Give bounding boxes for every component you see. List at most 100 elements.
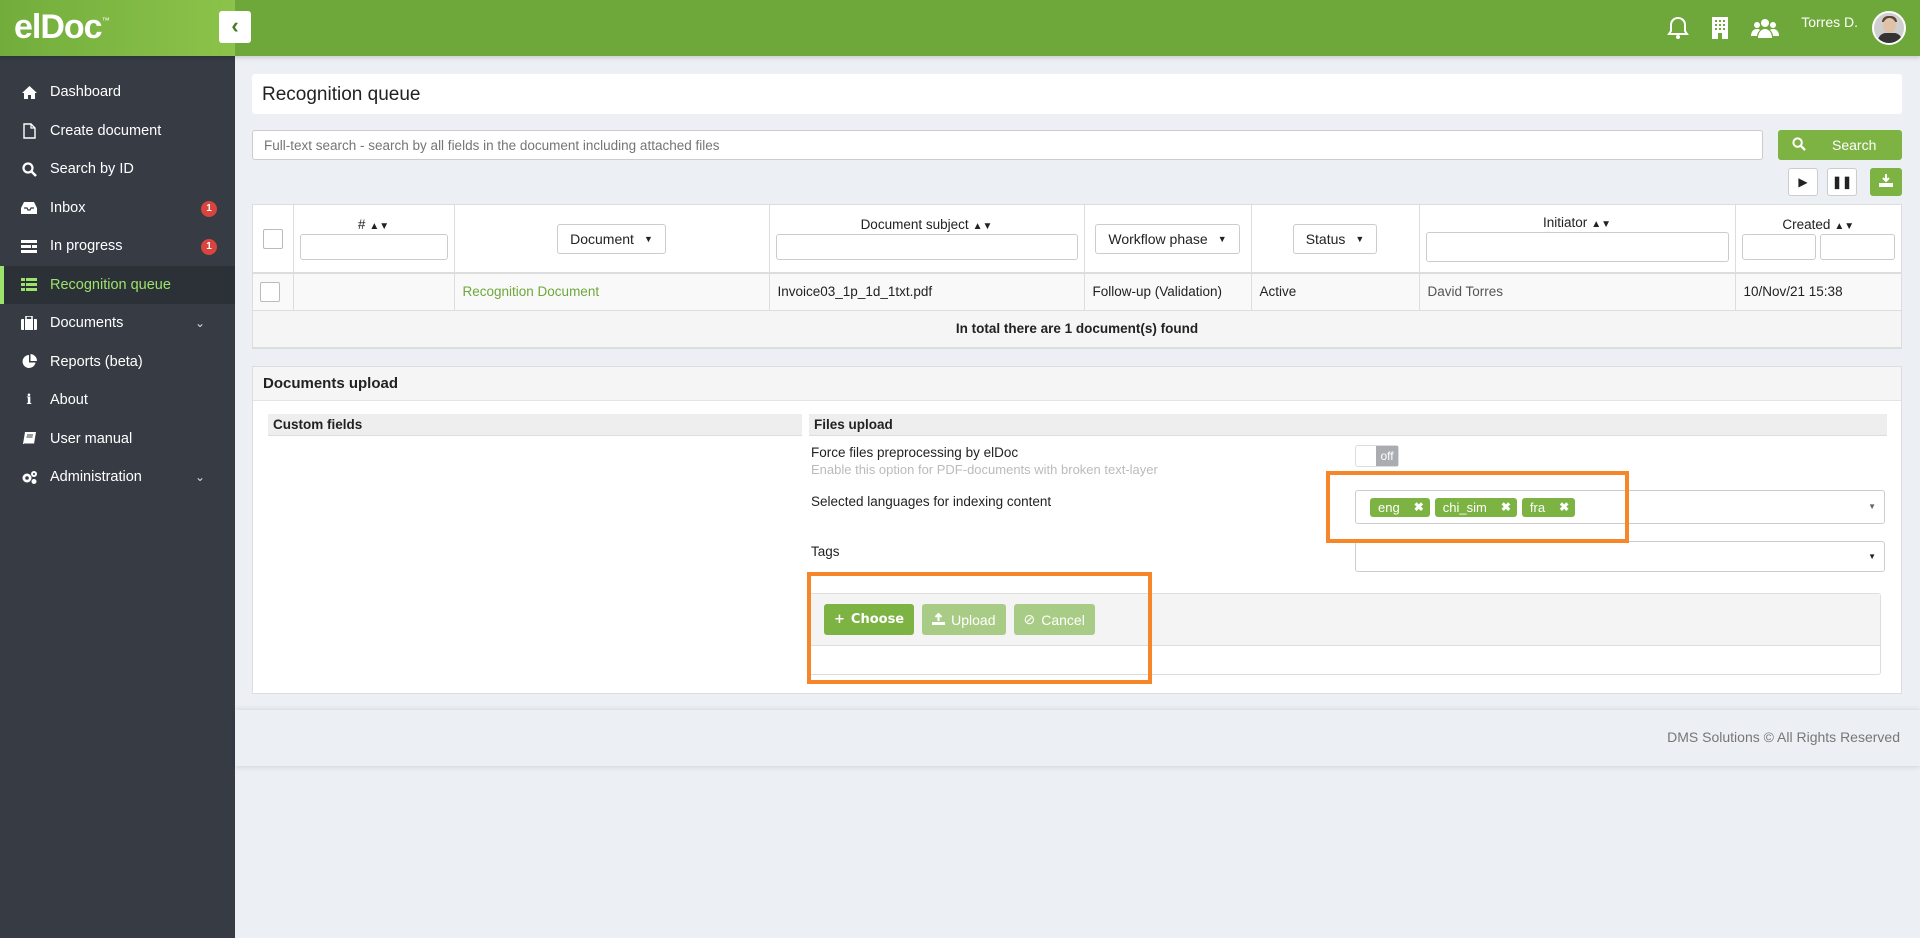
caret-down-icon: ▼	[1868, 502, 1876, 511]
sidebar-item-dashboard[interactable]: Dashboard	[0, 73, 235, 112]
cell-status: Active	[1251, 273, 1420, 311]
filter-created-to-input[interactable]	[1820, 234, 1895, 260]
cogs-icon	[20, 470, 38, 485]
search-icon	[1792, 136, 1806, 154]
sidebar-item-recognition-queue[interactable]: Recognition queue	[0, 265, 235, 304]
logo[interactable]: elDoc™	[14, 8, 110, 47]
sidebar-item-reports[interactable]: Reports (beta)	[0, 343, 235, 382]
languages-multiselect[interactable]: eng ✖ chi_sim ✖ fra ✖ ▼	[1355, 490, 1885, 524]
tasks-icon	[20, 239, 38, 253]
briefcase-icon	[20, 316, 38, 331]
caret-down-icon: ▼	[1355, 233, 1365, 244]
choose-button[interactable]: + Choose	[824, 604, 915, 635]
force-preprocessing-toggle[interactable]: off	[1355, 445, 1399, 467]
info-icon: i	[26, 392, 32, 409]
sort-subject[interactable]: Document subject ▲▼	[776, 217, 1078, 232]
book-icon	[20, 431, 38, 446]
sidebar-item-label: Create document	[50, 122, 162, 139]
sidebar: Dashboard Create document Search by ID I…	[0, 56, 235, 938]
list-icon	[20, 278, 38, 292]
remove-tag-icon[interactable]: ✖	[1414, 500, 1424, 514]
sidebar-collapse-button[interactable]: ‹	[219, 11, 251, 43]
download-button[interactable]	[1870, 168, 1902, 196]
sidebar-item-label: Inbox	[50, 199, 86, 216]
sidebar-item-label: Documents	[50, 315, 124, 332]
filter-initiator-input[interactable]	[1425, 232, 1729, 262]
trademark: ™	[101, 16, 110, 25]
search-button[interactable]: Search	[1778, 130, 1902, 160]
sort-created[interactable]: Created ▲▼	[1742, 217, 1896, 232]
avatar[interactable]	[1872, 11, 1906, 45]
force-preprocessing-label: Force files preprocessing by elDoc	[811, 445, 1019, 460]
play-icon: ▶	[1798, 175, 1808, 189]
building-icon[interactable]	[1711, 16, 1729, 40]
status-filter-dropdown[interactable]: Status ▼	[1292, 223, 1378, 254]
language-tag-fra: fra ✖	[1521, 497, 1576, 517]
plus-icon: +	[834, 612, 845, 627]
caret-down-icon: ▼	[643, 233, 653, 244]
custom-fields-header: Custom fields	[268, 414, 802, 436]
logo-area: elDoc™	[0, 0, 235, 56]
user-name[interactable]: Torres D.	[1801, 14, 1858, 30]
sidebar-item-label: Recognition queue	[50, 276, 171, 293]
sidebar-item-create-document[interactable]: Create document	[0, 112, 235, 151]
full-text-search-input[interactable]	[252, 130, 1763, 160]
sidebar-item-label: Administration	[50, 469, 142, 486]
column-number: # ▲▼	[293, 205, 455, 274]
cell-number	[293, 273, 455, 311]
inbox-count-badge: 1	[201, 200, 217, 217]
filter-number-input[interactable]	[299, 234, 448, 260]
sidebar-item-administration[interactable]: Administration ⌄	[0, 458, 235, 497]
tags-select[interactable]: ▼	[1355, 541, 1885, 572]
file-icon	[20, 123, 38, 139]
sort-icon: ▲▼	[972, 221, 993, 232]
cell-subject: Invoice03_1p_1d_1txt.pdf	[769, 273, 1085, 311]
sort-number[interactable]: # ▲▼	[300, 217, 448, 232]
sidebar-item-search-by-id[interactable]: Search by ID	[0, 150, 235, 189]
sidebar-item-user-manual[interactable]: User manual	[0, 420, 235, 459]
sidebar-item-documents[interactable]: Documents ⌄	[0, 304, 235, 343]
search-icon	[20, 162, 38, 177]
column-label: #	[357, 217, 366, 232]
logo-text: elDoc	[14, 8, 103, 46]
page-title-box: Recognition queue	[252, 74, 1902, 114]
sidebar-item-in-progress[interactable]: In progress 1	[0, 227, 235, 266]
cancel-button[interactable]: ⊘ Cancel	[1013, 604, 1095, 635]
document-link[interactable]: Recognition Document	[463, 284, 600, 299]
remove-tag-icon[interactable]: ✖	[1501, 500, 1511, 514]
sort-initiator[interactable]: Initiator ▲▼	[1426, 215, 1729, 230]
bell-icon[interactable]	[1667, 16, 1690, 40]
chevron-down-icon: ⌄	[194, 470, 205, 484]
pause-button[interactable]: ❚❚	[1827, 168, 1857, 196]
sidebar-item-label: Reports (beta)	[50, 353, 143, 370]
pause-icon: ❚❚	[1831, 175, 1853, 189]
row-checkbox[interactable]	[260, 281, 280, 302]
remove-tag-icon[interactable]: ✖	[1559, 500, 1569, 514]
table-row[interactable]: Recognition Document Invoice03_1p_1d_1tx…	[253, 273, 1901, 311]
language-tag-chi-sim: chi_sim ✖	[1434, 497, 1517, 517]
tag-label: chi_sim	[1442, 499, 1487, 515]
filter-subject-input[interactable]	[775, 234, 1078, 260]
sidebar-item-inbox[interactable]: Inbox 1	[0, 189, 235, 228]
sort-icon: ▲▼	[1834, 221, 1855, 232]
inbox-icon	[20, 201, 38, 214]
filter-created-from-input[interactable]	[1741, 234, 1817, 260]
tags-label: Tags	[811, 544, 840, 559]
total-row: In total there are 1 document(s) found	[253, 310, 1901, 348]
home-icon	[20, 85, 38, 99]
workflow-phase-filter-dropdown[interactable]: Workflow phase ▼	[1095, 223, 1240, 254]
select-all-checkbox[interactable]	[262, 228, 283, 249]
force-preprocessing-hint: Enable this option for PDF-documents wit…	[811, 462, 1158, 477]
top-right-toolbar: Torres D.	[1667, 0, 1920, 56]
file-drop-area[interactable]	[810, 646, 1880, 674]
file-upload-widget: + Choose Upload ⊘ Cancel	[809, 593, 1881, 675]
search-button-label: Search	[1832, 137, 1877, 153]
document-filter-dropdown[interactable]: Document ▼	[557, 223, 666, 254]
sidebar-item-about[interactable]: i About	[0, 381, 235, 420]
column-label: Initiator	[1542, 215, 1588, 230]
play-button[interactable]: ▶	[1788, 168, 1818, 196]
users-icon[interactable]	[1751, 16, 1780, 40]
page-title: Recognition queue	[262, 84, 421, 105]
upload-button[interactable]: Upload	[922, 604, 1006, 635]
pie-chart-icon	[20, 354, 38, 369]
